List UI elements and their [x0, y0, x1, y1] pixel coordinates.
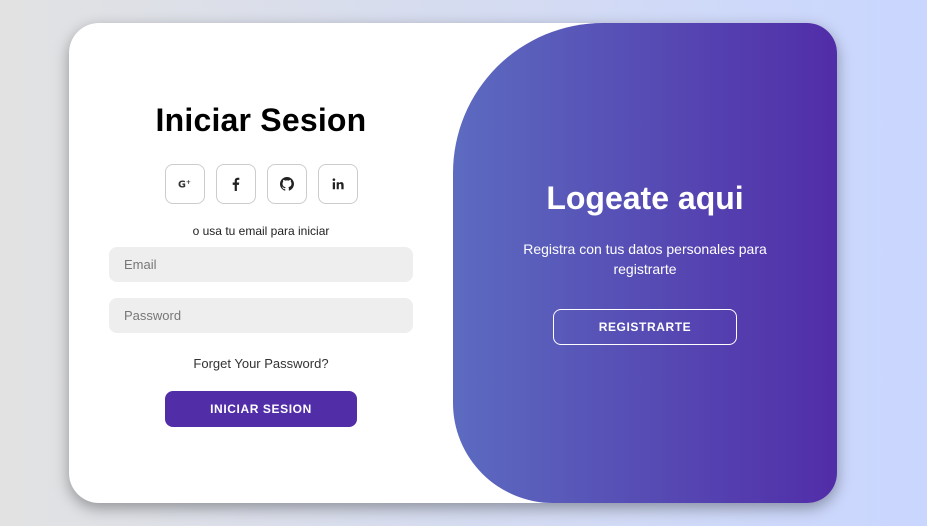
github-icon: [279, 177, 294, 191]
email-field[interactable]: [109, 247, 413, 282]
linkedin-button[interactable]: [317, 164, 358, 204]
login-card: Iniciar Sesion G + o usa tu email para i…: [69, 23, 837, 503]
google-plus-icon: G +: [178, 179, 191, 191]
facebook-button[interactable]: [215, 164, 256, 204]
forgot-password-link[interactable]: Forget Your Password?: [193, 356, 328, 371]
toggle-title: Logeate aqui: [546, 180, 744, 216]
social-buttons: G +: [164, 164, 358, 204]
svg-text:G: G: [178, 180, 186, 191]
password-field[interactable]: [109, 298, 413, 333]
toggle-panel: Logeate aqui Registra con tus datos pers…: [453, 23, 837, 503]
facebook-icon: [232, 177, 239, 191]
google-plus-button[interactable]: G +: [164, 164, 205, 204]
svg-text:+: +: [185, 179, 190, 186]
github-button[interactable]: [266, 164, 307, 204]
toggle-description: Registra con tus datos personales para r…: [523, 241, 767, 277]
sign-in-panel: Iniciar Sesion G + o usa tu email para i…: [69, 23, 453, 503]
linkedin-icon: [332, 178, 344, 190]
register-button[interactable]: REGISTRARTE: [553, 309, 737, 345]
email-hint-text: o usa tu email para iniciar: [192, 224, 330, 238]
page-title: Iniciar Sesion: [155, 102, 367, 138]
sign-in-button[interactable]: INICIAR SESION: [165, 391, 357, 427]
